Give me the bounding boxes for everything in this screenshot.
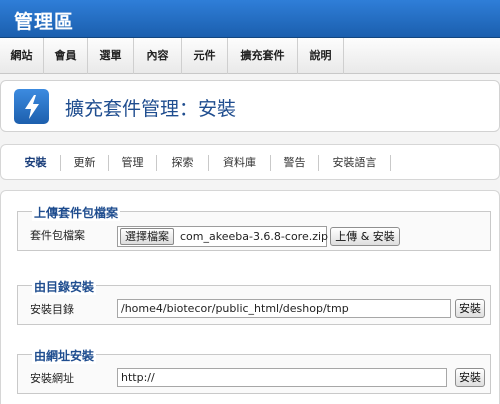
install-content: 上傳套件包檔案 套件包檔案 選擇檔案 com_akeeba-3.6.8-core… [0,190,500,404]
choose-file-button[interactable]: 選擇檔案 [120,228,174,245]
install-url-button[interactable]: 安裝 [455,368,485,387]
install-url-legend: 由網址安裝 [32,347,97,364]
install-directory-legend: 由目錄安裝 [32,278,97,295]
tab-install-languages[interactable]: 安裝語言 [319,155,391,171]
lightning-icon [14,89,49,124]
install-url-section: 由網址安裝 安裝網址 http:// 安裝 [17,347,491,394]
upload-package-legend: 上傳套件包檔案 [32,204,121,221]
package-file-input[interactable]: 選擇檔案 com_akeeba-3.6.8-core.zip [117,226,329,247]
page-title: 擴充套件管理：安裝 [65,98,237,120]
tab-warnings[interactable]: 警告 [271,155,319,171]
subnav-tabs: 安裝 更新 管理 探索 資料庫 警告 安裝語言 [0,144,500,180]
menu-item-extensions[interactable]: 擴充套件 [228,38,298,74]
install-url-label: 安裝網址 [30,372,74,385]
upload-package-section: 上傳套件包檔案 套件包檔案 選擇檔案 com_akeeba-3.6.8-core… [17,204,491,251]
page-header: 擴充套件管理：安裝 [0,80,500,132]
tab-database[interactable]: 資料庫 [209,155,271,171]
menu-item-components[interactable]: 元件 [182,38,228,74]
upload-install-button[interactable]: 上傳 & 安裝 [330,227,400,246]
install-directory-label: 安裝目錄 [30,303,74,316]
install-directory-section: 由目錄安裝 安裝目錄 /home4/biotecor/public_html/d… [17,278,491,325]
menu-item-users[interactable]: 會員 [44,38,88,74]
menu-item-content[interactable]: 內容 [134,38,182,74]
tab-update[interactable]: 更新 [61,155,109,171]
menu-item-site[interactable]: 網站 [0,38,44,74]
app-title: 管理區 [14,11,75,33]
install-directory-input[interactable]: /home4/biotecor/public_html/deshop/tmp [117,299,451,318]
tab-manage[interactable]: 管理 [109,155,157,171]
menu-item-help[interactable]: 說明 [298,38,344,74]
tab-install[interactable]: 安裝 [11,155,61,171]
menu-item-menus[interactable]: 選單 [88,38,134,74]
main-menu: 網站 會員 選單 內容 元件 擴充套件 說明 [0,38,500,74]
selected-file-name: com_akeeba-3.6.8-core.zip [180,230,329,243]
package-file-label: 套件包檔案 [30,229,85,242]
install-url-input[interactable]: http:// [117,368,447,387]
install-directory-button[interactable]: 安裝 [455,299,485,318]
top-header-bar: 管理區 [0,0,500,38]
tab-discover[interactable]: 探索 [157,155,209,171]
